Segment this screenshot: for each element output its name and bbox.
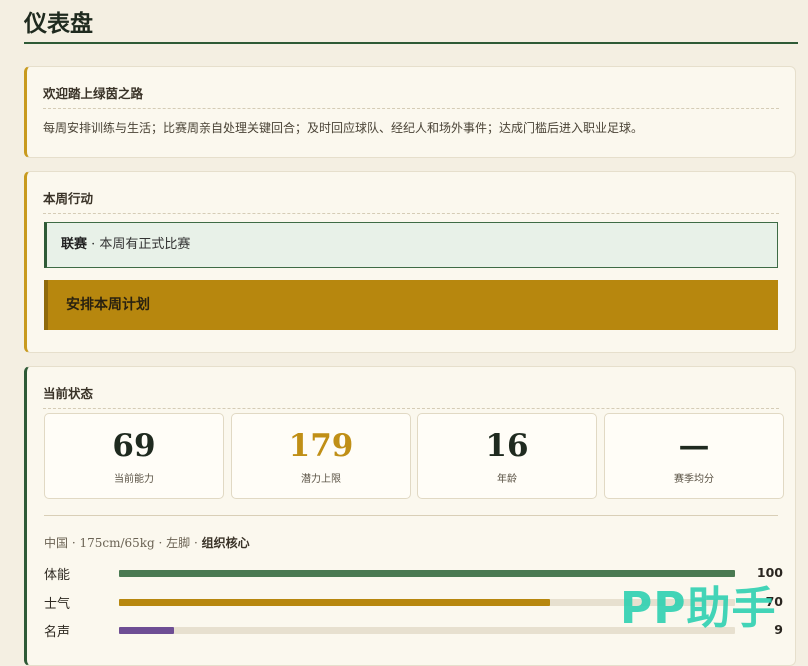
welcome-description: 每周安排训练与生活；比赛周亲自处理关键回合；及时回应球队、经纪人和场外事件；达成… xyxy=(43,121,644,135)
welcome-heading: 欢迎踏上绿茵之路 xyxy=(43,83,779,109)
dashboard-page: 仪表盘 欢迎踏上绿茵之路 每周安排训练与生活；比赛周亲自处理关键回合；及时回应球… xyxy=(24,0,798,666)
stat-value: 179 xyxy=(288,428,354,464)
stat-value: 69 xyxy=(112,428,156,464)
league-label: 联赛 xyxy=(61,237,88,252)
stat-age: 16 年龄 xyxy=(417,413,597,499)
stat-value: — xyxy=(678,428,710,464)
stat-current-ability: 69 当前能力 xyxy=(44,413,224,499)
league-notice: 联赛 · 本周有正式比赛 xyxy=(44,222,778,268)
stat-value: 16 xyxy=(485,428,529,464)
week-actions-card: 本周行动 联赛 · 本周有正式比赛 安排本周计划 xyxy=(24,171,796,353)
profile-role: 组织核心 xyxy=(201,536,250,550)
attr-bar-fill xyxy=(119,599,551,606)
status-heading: 当前状态 xyxy=(43,383,779,409)
stat-potential: 179 潜力上限 xyxy=(231,413,411,499)
stat-season-average: — 赛季均分 xyxy=(604,413,784,499)
stat-label: 当前能力 xyxy=(114,474,154,485)
profile-text: 中国 · 175cm/65kg · 左脚 · xyxy=(44,536,202,550)
attr-bar-fill xyxy=(119,627,175,634)
attr-label-stamina: 体能 xyxy=(44,568,71,583)
player-profile: 中国 · 175cm/65kg · 左脚 · 组织核心 xyxy=(44,534,250,551)
league-text: · 本周有正式比赛 xyxy=(87,237,191,252)
attr-label-morale: 士气 xyxy=(44,597,71,612)
page-title: 仪表盘 xyxy=(24,0,798,44)
week-actions-heading: 本周行动 xyxy=(43,188,779,214)
status-divider xyxy=(44,515,778,516)
stat-label: 潜力上限 xyxy=(301,474,341,485)
stat-label: 年龄 xyxy=(497,474,517,485)
stat-label: 赛季均分 xyxy=(674,474,714,485)
attr-label-fame: 名声 xyxy=(44,625,71,640)
schedule-week-button[interactable]: 安排本周计划 xyxy=(44,280,778,330)
watermark-logo: PP助手 xyxy=(620,583,777,634)
welcome-card: 欢迎踏上绿茵之路 每周安排训练与生活；比赛周亲自处理关键回合；及时回应球队、经纪… xyxy=(24,66,796,158)
